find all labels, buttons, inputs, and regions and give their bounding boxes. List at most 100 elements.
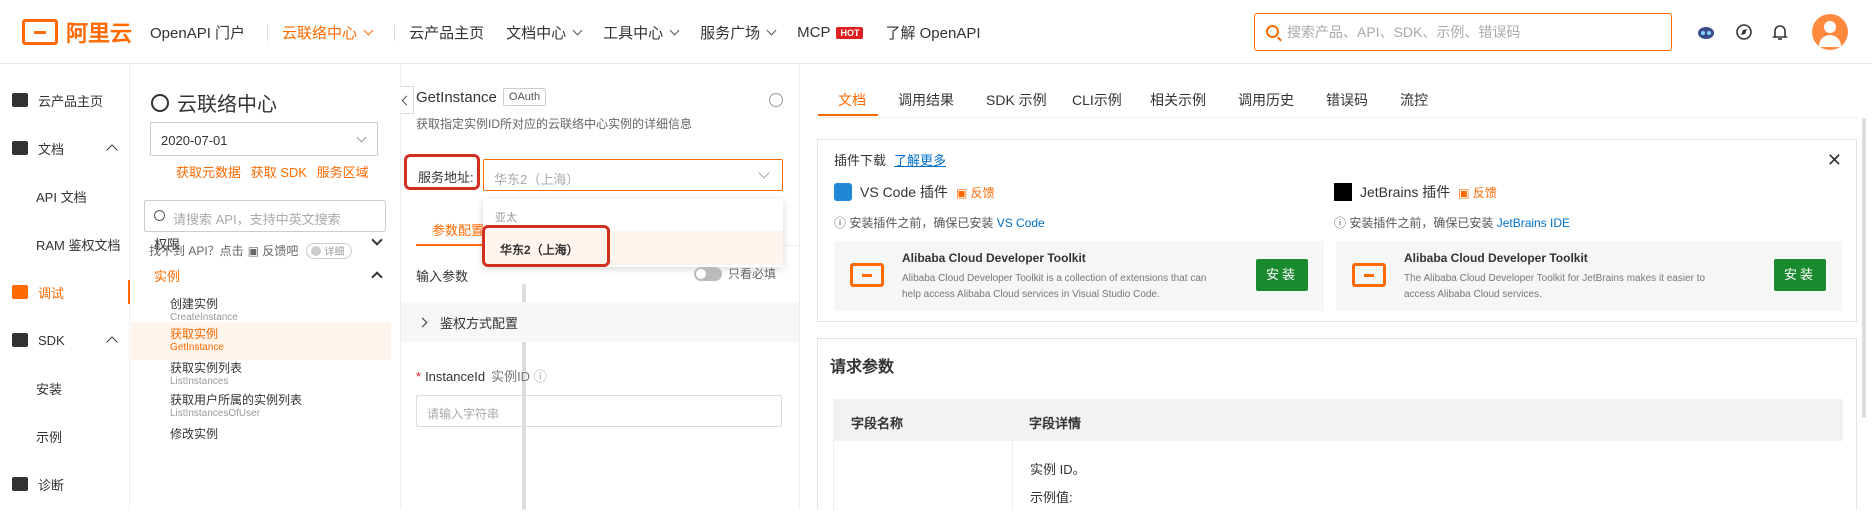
search-icon [154, 210, 165, 221]
leftnav-examples[interactable]: 示例 [0, 418, 130, 454]
tab-error-codes[interactable]: 错误码 [1326, 90, 1368, 110]
oauth-badge: OAuth [502, 88, 547, 106]
nav-product-home[interactable]: 云产品主页 [409, 22, 484, 43]
catalog-item-list-instances-of-user[interactable]: 获取用户所属的实例列表 ListInstancesOfUser [131, 388, 391, 426]
aliyun-toolkit-logo [850, 263, 884, 287]
dropdown-option-shanghai[interactable]: 华东2（上海） [482, 225, 610, 267]
service-address-select[interactable]: 华东2（上海） [483, 159, 783, 191]
close-icon[interactable]: ✕ [1827, 150, 1842, 171]
jetbrains-feedback-link[interactable]: ▣ 反馈 [1458, 184, 1497, 201]
bell-icon[interactable] [1770, 22, 1790, 42]
vscode-feedback-link[interactable]: ▣ 反馈 [956, 184, 995, 201]
vscode-icon [834, 183, 852, 201]
jetbrains-plugin-name: JetBrains 插件 ▣ 反馈 [1334, 182, 1497, 202]
catalog-group-instance[interactable]: 实例 [131, 256, 401, 294]
version-select[interactable]: 2020-07-01 [150, 122, 378, 156]
top-bar: 阿里云 OpenAPI 门户 云联络中心 云产品主页 文档中心 工具中心 服务广… [0, 0, 1872, 64]
install-jetbrains-button[interactable]: 安装 [1774, 259, 1826, 291]
home-icon [12, 93, 28, 107]
nav-about-openapi[interactable]: 了解 OpenAPI [885, 22, 980, 43]
leftnav-diagnose[interactable]: 诊断 [0, 466, 130, 502]
auth-config-row[interactable]: 鉴权方式配置 [401, 302, 799, 342]
logo-icon [22, 19, 58, 45]
tab-cli-example[interactable]: CLI示例 [1072, 90, 1122, 110]
copilot-icon[interactable] [1696, 22, 1716, 42]
instance-id-label: * InstanceId 实例ID ⓘ [416, 369, 547, 384]
leftnav-product-home[interactable]: 云产品主页 [0, 82, 130, 118]
tab-param-config[interactable]: 参数配置 [432, 220, 484, 239]
leftnav-ram-docs[interactable]: RAM 鉴权文档 [0, 226, 130, 262]
aliyun-logo[interactable]: 阿里云 [22, 16, 132, 48]
nav-doc-center[interactable]: 文档中心 [506, 22, 583, 43]
chevron-down-icon [371, 234, 383, 246]
jetbrains-toolkit-card: Alibaba Cloud Developer Toolkit The Alib… [1336, 241, 1842, 311]
right-scrollbar[interactable] [1862, 118, 1866, 418]
request-params-panel: 请求参数 字段名称 字段详情 实例 ID。 示例值: [817, 338, 1857, 511]
tab-flow-control[interactable]: 流控 [1400, 90, 1428, 110]
vscode-note: ⓘ 安装插件之前，确保已安装 VS Code [834, 216, 1045, 230]
hot-badge: HOT [836, 26, 864, 39]
debug-icon [12, 285, 28, 299]
catalog-item-modify-instance[interactable]: 修改实例 [131, 422, 391, 446]
chevron-down-icon [356, 132, 367, 143]
left-nav: 云产品主页 文档 API 文档 RAM 鉴权文档 调试 SDK 安装 示例 诊断 [0, 64, 130, 510]
sdk-icon [12, 333, 28, 347]
nav-service-square[interactable]: 服务广场 [700, 22, 777, 43]
plugin-download-panel: 插件下载 了解更多 ✕ VS Code 插件 ▣ 反馈 JetBrains 插件 ▣ … [817, 139, 1857, 322]
table-row: 实例 ID。 示例值: [833, 441, 1843, 511]
chevron-down-icon [363, 25, 374, 36]
chevron-up-icon [106, 336, 118, 348]
more-options-icon[interactable] [769, 93, 783, 107]
global-search-input[interactable]: 搜索产品、API、SDK、示例、错误码 [1254, 13, 1672, 51]
jetbrains-ide-link[interactable]: JetBrains IDE [1497, 216, 1570, 230]
service-address-label: 服务地址: [404, 154, 480, 190]
toggle-switch[interactable] [694, 266, 722, 281]
catalog-item-get-instance[interactable]: 获取实例 GetInstance [131, 322, 391, 360]
vscode-link[interactable]: VS Code [997, 216, 1045, 230]
help-icon[interactable]: ⓘ [534, 369, 547, 384]
required-only-toggle[interactable]: 只看必填 [694, 265, 776, 282]
leftnav-install[interactable]: 安装 [0, 370, 130, 406]
service-region-link[interactable]: 服务区域 [317, 165, 369, 180]
nav-openapi-portal[interactable]: OpenAPI 门户 [150, 22, 245, 43]
leftnav-debug[interactable]: 调试 [0, 274, 130, 310]
leftnav-sdk[interactable]: SDK [0, 322, 130, 358]
chevron-down-icon [766, 25, 777, 36]
avatar[interactable] [1812, 14, 1848, 50]
nav-tool-center[interactable]: 工具中心 [603, 22, 680, 43]
doc-tabs: 文档 调用结果 SDK 示例 CLI示例 相关示例 调用历史 错误码 流控 [818, 64, 1858, 118]
chevron-down-icon [669, 25, 680, 36]
product-icon [151, 93, 169, 112]
tab-related-example[interactable]: 相关示例 [1150, 90, 1206, 110]
leftnav-docs[interactable]: 文档 [0, 130, 130, 166]
chevron-down-icon [572, 25, 583, 36]
collapse-catalog-button[interactable] [400, 86, 414, 114]
catalog-title: 云联络中心 [151, 88, 277, 117]
get-sdk-link[interactable]: 获取 SDK [251, 165, 307, 180]
learn-more-link[interactable]: 了解更多 [894, 153, 946, 168]
leftnav-api-docs[interactable]: API 文档 [0, 178, 130, 214]
install-vscode-button[interactable]: 安装 [1256, 259, 1308, 291]
tab-call-history[interactable]: 调用历史 [1238, 90, 1294, 110]
tab-docs[interactable]: 文档 [838, 90, 866, 110]
jetbrains-note: ⓘ 安装插件之前，确保已安装 JetBrains IDE [1334, 216, 1571, 230]
plugin-title: 插件下载 了解更多 [834, 153, 947, 168]
instance-id-input[interactable]: 请输入字符串 [416, 395, 782, 427]
dropdown-group-asia: 亚太 [495, 212, 517, 224]
get-metadata-link[interactable]: 获取元数据 [176, 165, 241, 180]
compass-icon[interactable] [1734, 22, 1754, 42]
doc-icon [12, 141, 28, 155]
logo-text: 阿里云 [66, 21, 133, 46]
nav-mcp[interactable]: MCP HOT [797, 24, 864, 41]
chevron-up-icon [371, 271, 383, 283]
tab-call-result[interactable]: 调用结果 [898, 90, 954, 110]
chevron-right-icon [417, 317, 428, 327]
tab-sdk-example[interactable]: SDK 示例 [986, 90, 1047, 110]
api-catalog: 云联络中心 2020-07-01 获取元数据 获取 SDK 服务区域 请搜索 A… [131, 64, 526, 510]
search-icon [1266, 25, 1279, 38]
api-name: GetInstance OAuth [416, 88, 547, 106]
params-table-header: 字段名称 字段详情 [833, 399, 1843, 441]
top-nav: OpenAPI 门户 云联络中心 云产品主页 文档中心 工具中心 服务广场 MC… [150, 22, 1003, 43]
active-tab-underline [818, 114, 878, 116]
nav-product-switcher[interactable]: 云联络中心 [282, 22, 374, 43]
